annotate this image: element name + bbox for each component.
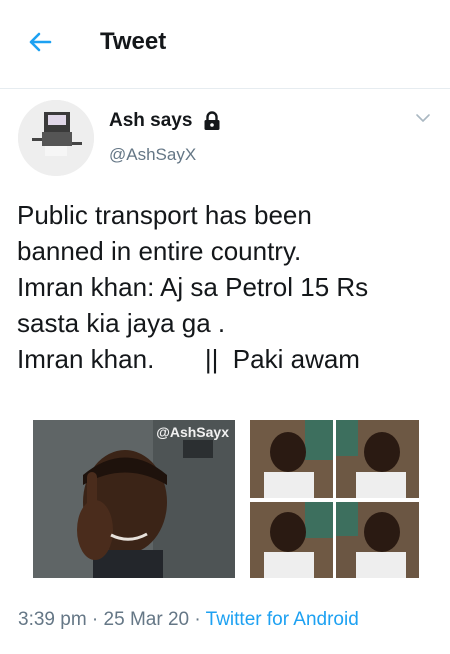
meme-image-left[interactable]: @AshSayx <box>33 420 235 578</box>
meme-panel-4 <box>336 502 419 578</box>
tweet-text-line: Public transport has been <box>17 200 312 230</box>
avatar[interactable] <box>18 100 94 176</box>
tweet-date: 25 Mar 20 <box>103 609 190 630</box>
meme-image-right[interactable] <box>250 420 419 578</box>
back-arrow-icon[interactable] <box>26 28 54 56</box>
tweet-media[interactable]: @AshSayx <box>33 420 419 580</box>
tweet-text-line: Imran khan: Aj sa Petrol 15 Rs <box>17 272 369 302</box>
media-watermark: @AshSayx <box>156 424 229 440</box>
author-name[interactable]: Ash says <box>109 110 192 132</box>
tweet-time: 3:39 pm <box>18 609 87 630</box>
meme-panel-1 <box>250 420 333 498</box>
meme-panel-3 <box>250 502 333 578</box>
tweet-text-line: sasta kia jaya ga . <box>17 308 226 338</box>
meta-separator: · <box>86 609 104 630</box>
tweet-text-line: banned in entire country. <box>17 236 302 266</box>
header-divider <box>0 88 450 89</box>
tweet-meta: 3:39 pm · 25 Mar 20 · Twitter for Androi… <box>18 609 359 631</box>
man-pointing-head-image <box>33 420 235 578</box>
tweet-text: Public transport has been banned in enti… <box>17 197 442 377</box>
chevron-down-icon[interactable] <box>415 112 431 124</box>
tweet-text-line: Imran khan. || Paki awam <box>17 344 360 374</box>
top-bar: Tweet <box>0 0 450 88</box>
tweet-source-link[interactable]: Twitter for Android <box>206 609 359 630</box>
meta-separator: · <box>189 609 206 630</box>
page-title: Tweet <box>100 28 167 55</box>
lock-icon <box>204 111 220 130</box>
author-handle[interactable]: @AshSayX <box>109 145 196 165</box>
meme-panel-2 <box>336 420 419 498</box>
avatar-image <box>18 100 94 176</box>
